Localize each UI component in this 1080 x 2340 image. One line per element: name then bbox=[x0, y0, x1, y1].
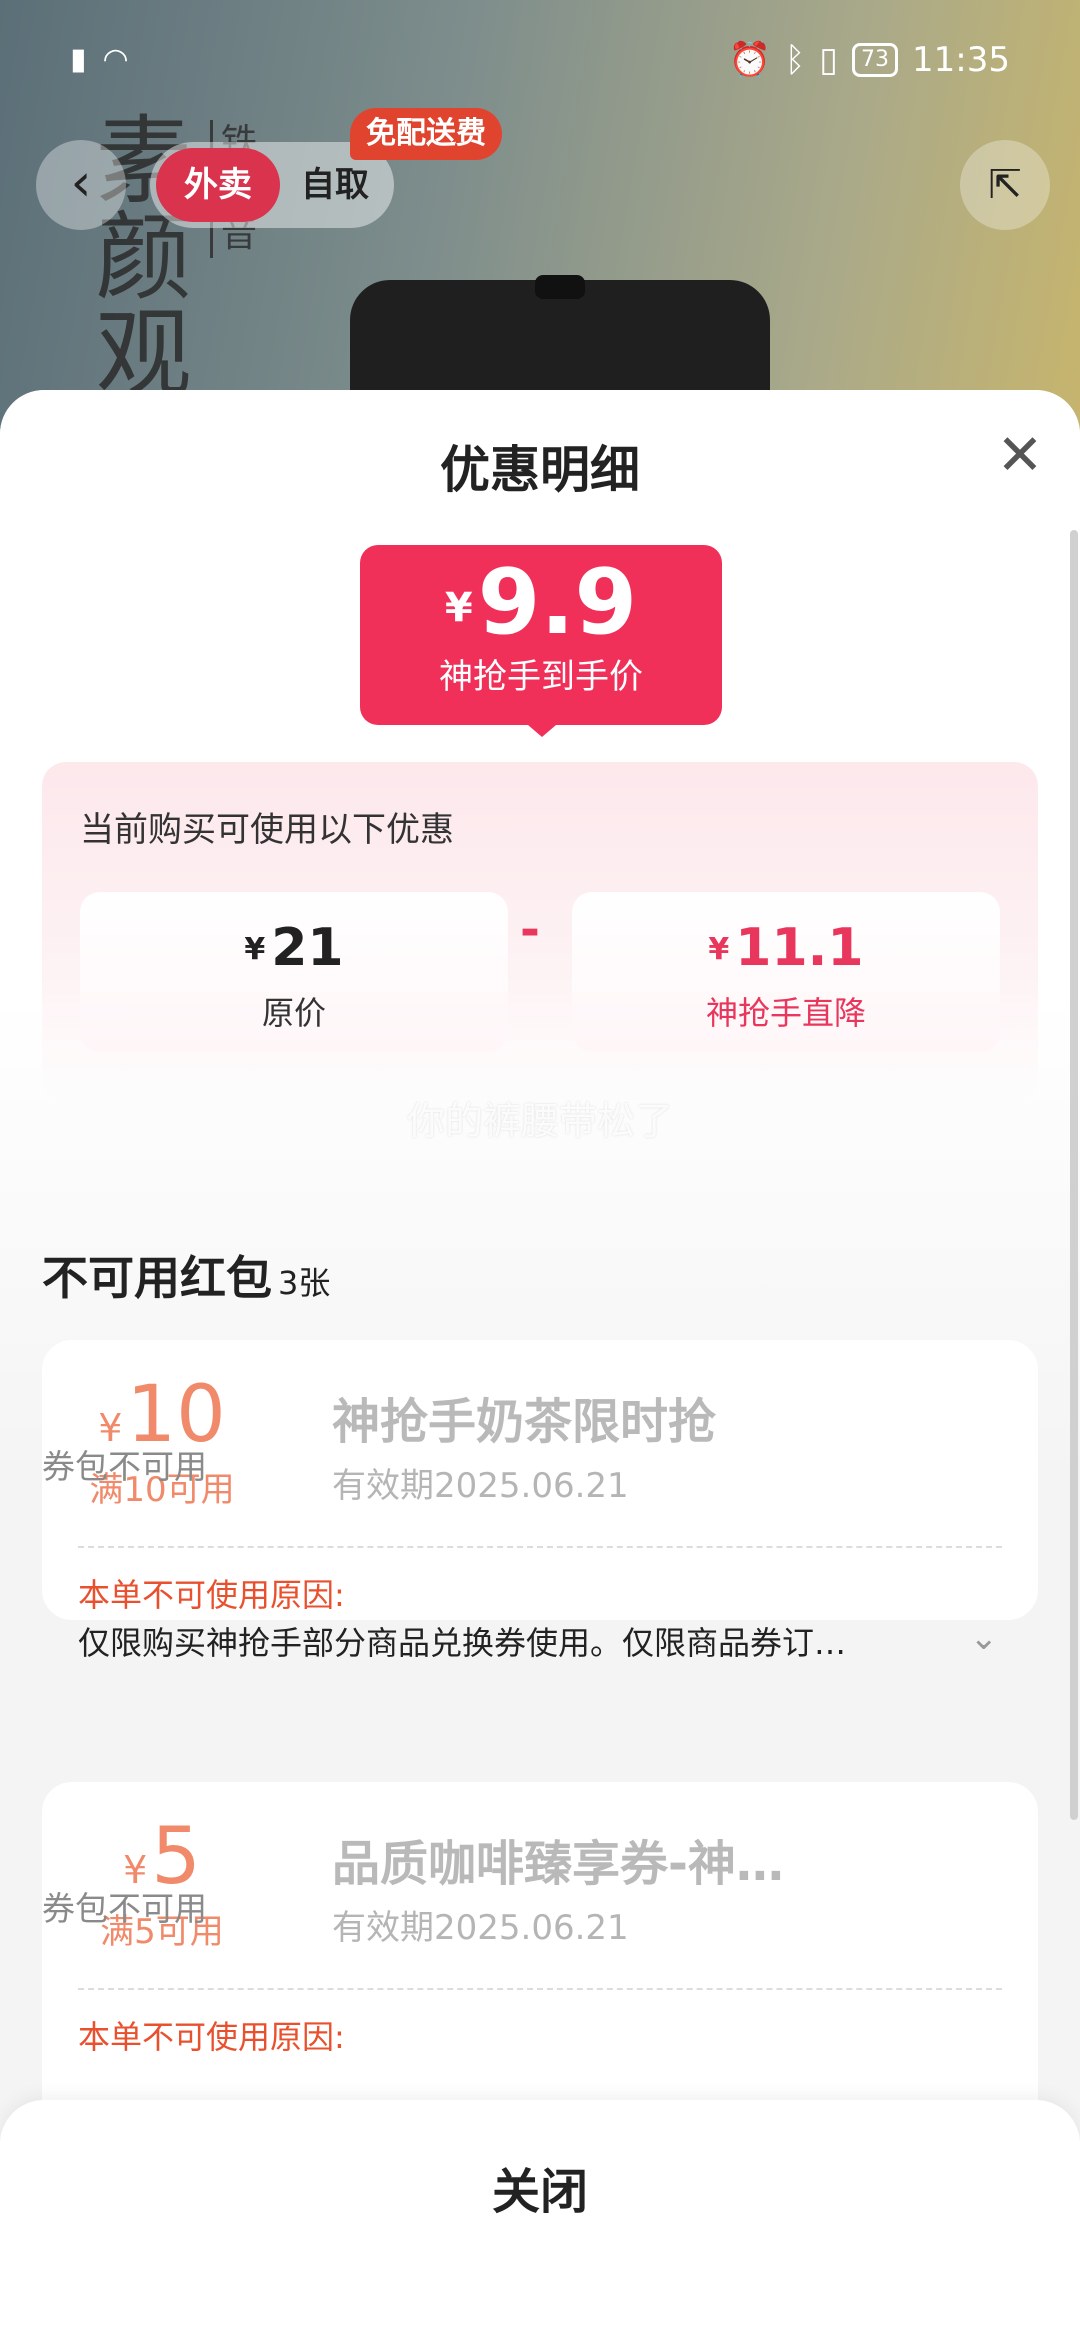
watermark-text: 你的裤腰带松了 bbox=[406, 1099, 673, 1143]
share-button[interactable]: ⇱ bbox=[960, 140, 1050, 230]
reason-title: 本单不可使用原因: bbox=[78, 2018, 345, 2056]
final-price-amount: 9.9 bbox=[477, 550, 638, 655]
cup-lid-graphic bbox=[535, 275, 585, 299]
section-title-text: 不可用红包 bbox=[42, 1251, 272, 1305]
alarm-icon: ⏰ bbox=[728, 40, 771, 80]
vibrate-icon: ▯ bbox=[819, 40, 839, 80]
clock: 11:35 bbox=[912, 40, 1010, 80]
close-button[interactable]: 关闭 bbox=[0, 2142, 1080, 2242]
price-pointer bbox=[528, 725, 556, 737]
bottom-bar: 关闭 bbox=[0, 2100, 1080, 2340]
unavailable-section-title: 不可用红包 3张 bbox=[42, 1242, 330, 1308]
share-icon: ⇱ bbox=[988, 162, 1022, 208]
minus-operator: - bbox=[520, 902, 540, 958]
discount-card: ¥11.1 神抢手直降 bbox=[572, 892, 1000, 1052]
coupon-card[interactable]: ¥10 满10可用 神抢手奶茶限时抢 有效期2025.06.21 券包不可用 本… bbox=[42, 1340, 1038, 1662]
reason-text: 仅限购买神抢手部分商品兑换券使用。仅限商品券订… bbox=[78, 1624, 847, 1662]
final-price-label: 神抢手到手价 bbox=[439, 657, 643, 697]
chevron-down-icon[interactable]: ⌄ bbox=[970, 1618, 999, 1658]
discount-label: 神抢手直降 bbox=[705, 994, 866, 1032]
scrollbar[interactable] bbox=[1070, 530, 1078, 1820]
discount-amount: 11.1 bbox=[735, 918, 864, 978]
close-icon[interactable]: ✕ bbox=[988, 424, 1052, 488]
promo-caption: 当前购买可使用以下优惠 bbox=[80, 810, 454, 850]
back-button[interactable]: ‹ bbox=[36, 140, 126, 230]
battery-indicator: 73 bbox=[852, 43, 899, 77]
reason-title: 本单不可使用原因: bbox=[78, 1576, 345, 1614]
currency-symbol: ¥ bbox=[708, 932, 730, 967]
status-bar: ▮ ◠ ⏰ ᛒ ▯ 73 11:35 bbox=[0, 0, 1080, 120]
coupon-divider bbox=[78, 1546, 1002, 1548]
sheet-title: 优惠明细 bbox=[440, 441, 640, 499]
coupon-status: 券包不可用 bbox=[42, 1447, 207, 1486]
free-delivery-tag: 免配送费 bbox=[350, 108, 502, 160]
original-price-amount: 21 bbox=[271, 918, 344, 978]
mode-delivery-button[interactable]: 外卖 bbox=[156, 148, 280, 222]
final-price-box: ¥ 9.9 神抢手到手价 bbox=[360, 545, 722, 725]
currency-symbol: ¥ bbox=[444, 585, 473, 631]
coupon-divider bbox=[78, 1988, 1002, 1990]
original-price-card: ¥21 原价 bbox=[80, 892, 508, 1052]
bluetooth-icon: ᛒ bbox=[784, 40, 806, 80]
original-price-label: 原价 bbox=[261, 994, 326, 1032]
section-count: 3张 bbox=[278, 1264, 331, 1302]
discount-detail-sheet: 优惠明细 ✕ ¥ 9.9 神抢手到手价 当前购买可使用以下优惠 ¥21 原价 -… bbox=[0, 390, 1080, 2340]
promo-panel: 当前购买可使用以下优惠 ¥21 原价 - ¥11.1 神抢手直降 bbox=[42, 762, 1038, 1102]
coupon-status: 券包不可用 bbox=[42, 1889, 207, 1928]
alert-icon: ▮ bbox=[70, 42, 87, 77]
wifi-icon: ◠ bbox=[102, 42, 129, 77]
chevron-left-icon: ‹ bbox=[70, 153, 92, 213]
currency-symbol: ¥ bbox=[244, 932, 266, 967]
